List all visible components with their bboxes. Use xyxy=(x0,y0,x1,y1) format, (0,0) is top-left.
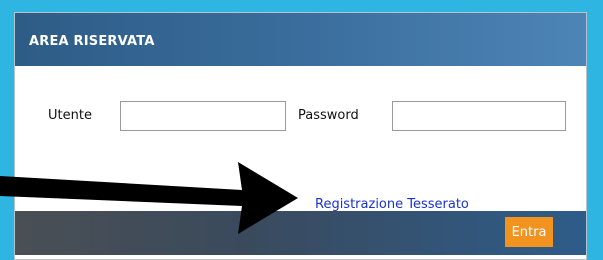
password-label: Password xyxy=(298,108,359,123)
username-input[interactable] xyxy=(120,101,286,131)
password-input[interactable] xyxy=(392,101,566,131)
registration-link[interactable]: Registrazione Tesserato xyxy=(315,197,469,212)
username-label: Utente xyxy=(48,108,92,123)
submit-button[interactable]: Entra xyxy=(505,217,553,247)
panel-title: AREA RISERVATA xyxy=(29,34,155,49)
arrow-pointing-right-icon xyxy=(0,162,298,234)
panel-header: AREA RISERVATA xyxy=(15,13,586,66)
